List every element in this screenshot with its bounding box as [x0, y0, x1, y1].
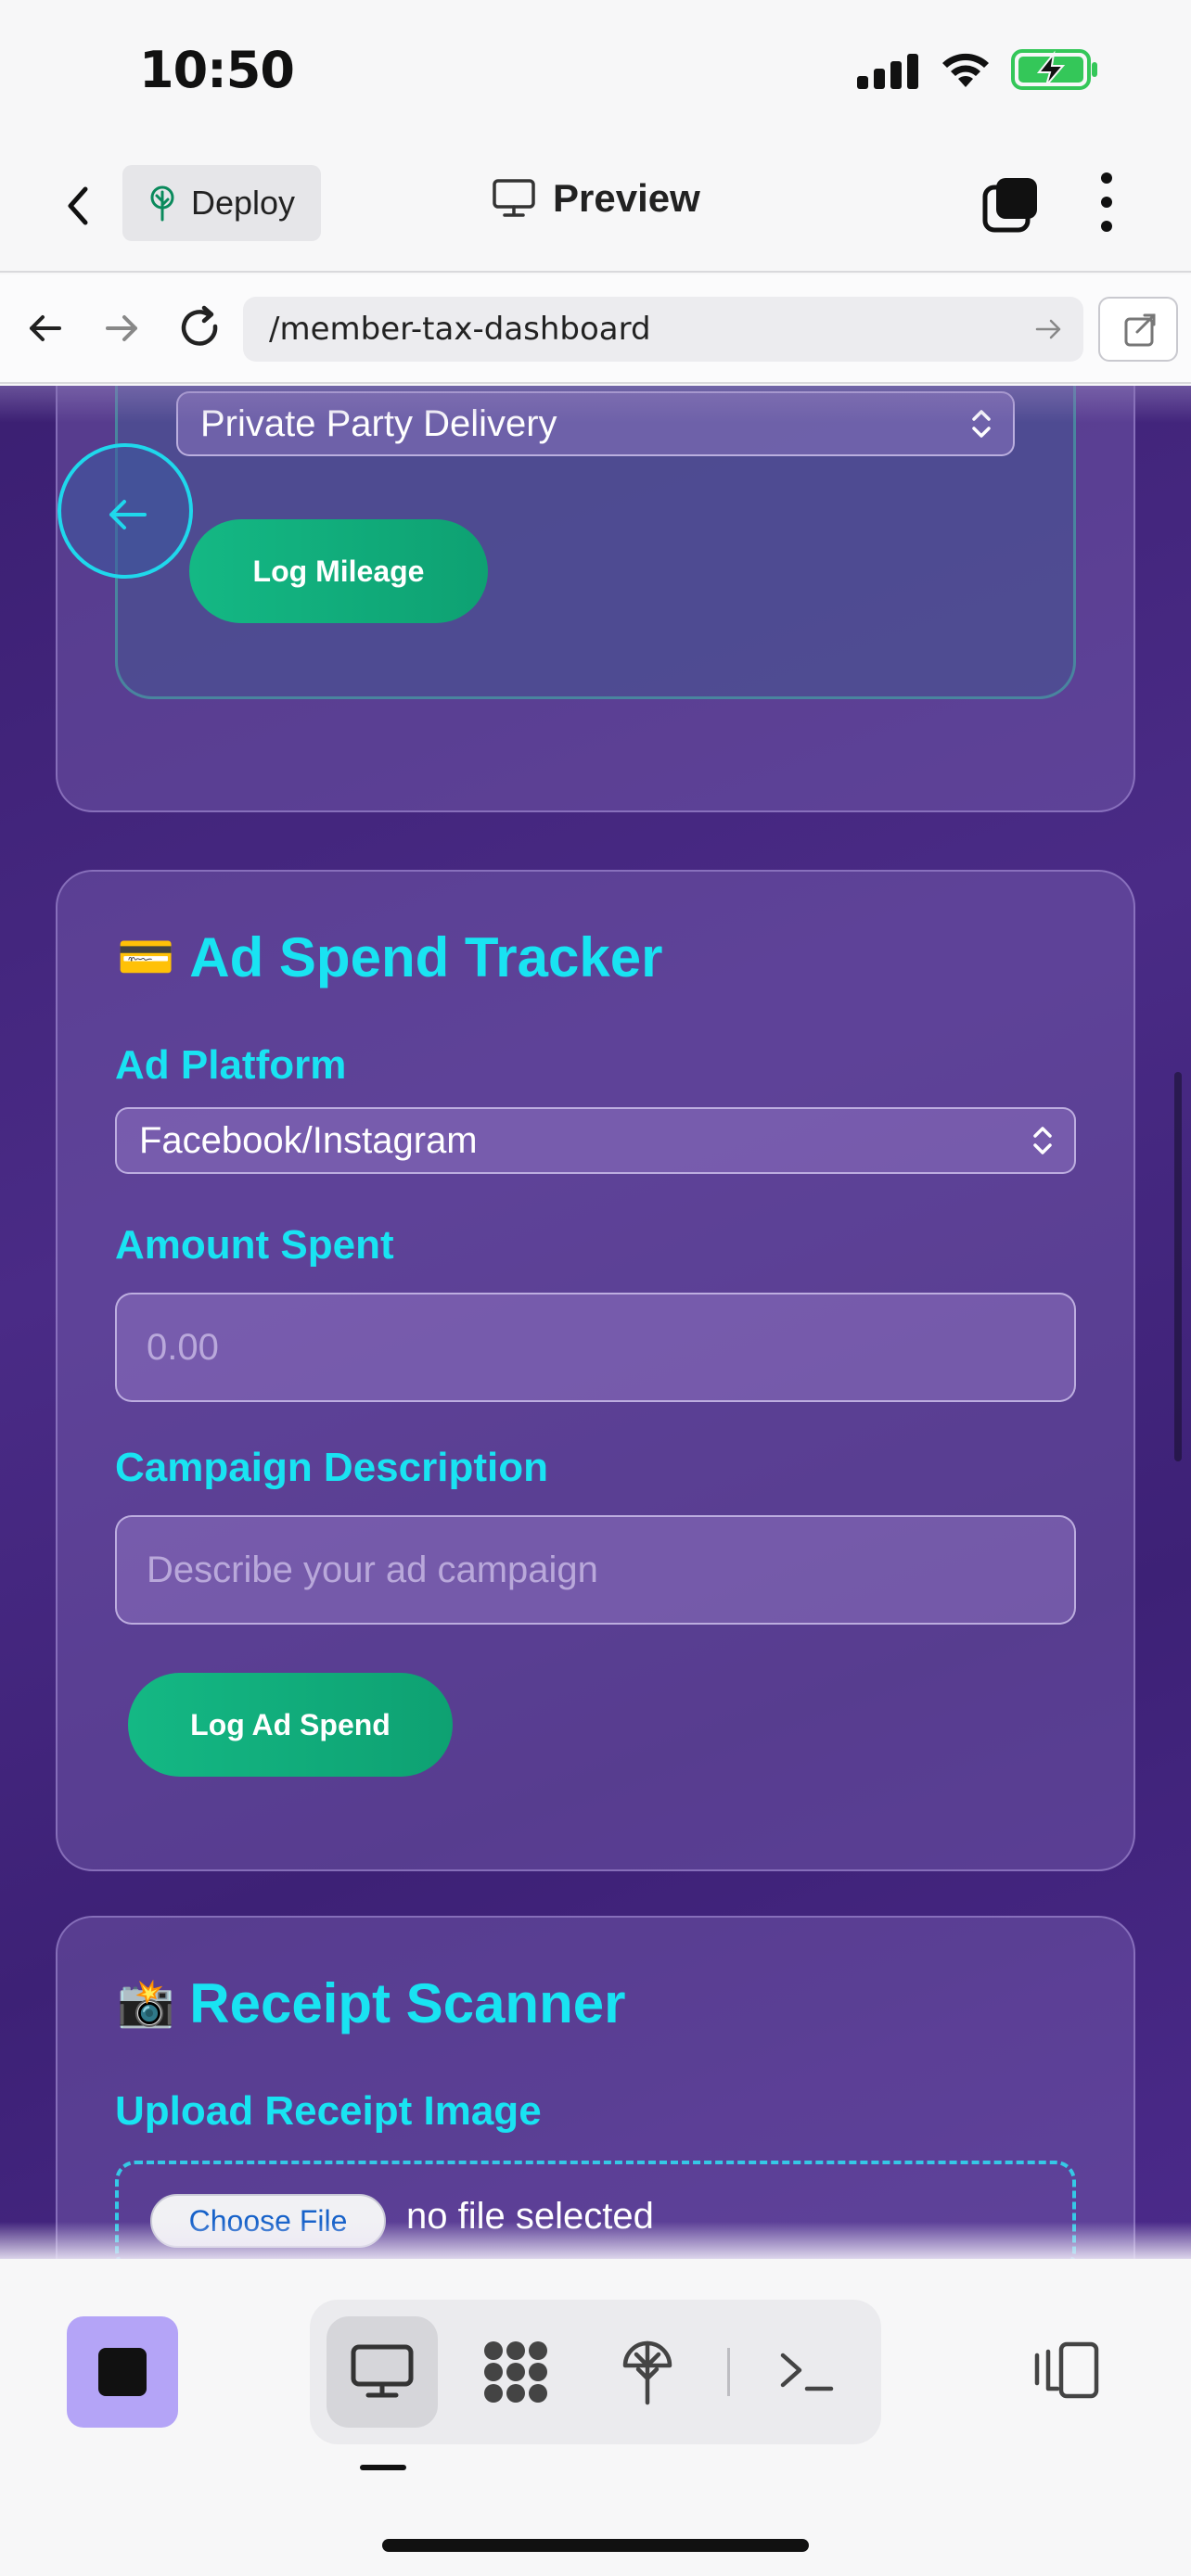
ad-spend-heading: 💳 Ad Spend Tracker — [117, 925, 662, 989]
reload-icon[interactable] — [174, 302, 226, 354]
top-fade — [0, 386, 1191, 423]
url-input[interactable]: /member-tax-dashboard — [243, 297, 1083, 362]
home-indicator — [382, 2539, 809, 2552]
page-scrollbar[interactable] — [1174, 1072, 1182, 1461]
ad-platform-select[interactable]: Facebook/Instagram — [115, 1107, 1076, 1174]
arrow-left-icon — [109, 500, 147, 529]
log-ad-spend-button[interactable]: Log Ad Spend — [128, 1673, 453, 1777]
amount-spent-placeholder: 0.00 — [147, 1326, 219, 1368]
preview-label: Preview — [553, 176, 700, 220]
browser-forward-icon[interactable] — [96, 302, 148, 354]
receipt-scanner-heading: 📸 Receipt Scanner — [117, 1971, 625, 2035]
deploy-button[interactable]: Deploy — [122, 165, 321, 241]
view-tool-group — [310, 2300, 881, 2444]
campaign-description-placeholder: Describe your ad campaign — [147, 1549, 598, 1590]
url-go-arrow-icon[interactable] — [1035, 317, 1063, 341]
stop-button[interactable] — [67, 2316, 178, 2428]
toolbar-divider — [727, 2348, 730, 2396]
deploy-label: Deploy — [191, 184, 296, 222]
bottom-fade — [0, 2222, 1191, 2259]
log-mileage-button[interactable]: Log Mileage — [189, 519, 488, 623]
ad-spend-card: 💳 Ad Spend Tracker Ad Platform Facebook/… — [56, 870, 1135, 1871]
stop-square-icon — [98, 2348, 147, 2396]
receipt-scanner-title: Receipt Scanner — [189, 1972, 626, 2034]
ad-platform-label: Ad Platform — [115, 1042, 347, 1088]
ad-platform-value: Facebook/Instagram — [139, 1119, 478, 1161]
status-bar: 10:50 — [0, 0, 1191, 139]
deploy-tool-button[interactable] — [592, 2316, 703, 2428]
workspace-grid-icon — [484, 2341, 547, 2403]
credit-card-icon: 💳 — [117, 931, 175, 983]
browser-back-icon[interactable] — [19, 302, 70, 354]
open-external-button[interactable] — [1098, 297, 1178, 362]
monitor-icon — [493, 179, 535, 217]
more-options-icon[interactable] — [1095, 172, 1119, 237]
console-tool-button[interactable] — [751, 2316, 863, 2428]
preview-tool-button[interactable] — [327, 2316, 438, 2428]
url-text: /member-tax-dashboard — [269, 311, 651, 348]
deploy-tree-icon — [622, 2340, 672, 2405]
floating-back-button[interactable] — [58, 443, 193, 579]
tabs-switcher-icon[interactable] — [981, 174, 1041, 234]
monitor-icon — [351, 2344, 414, 2398]
bottom-toolbar — [0, 2259, 1191, 2576]
amount-spent-label: Amount Spent — [115, 1222, 394, 1268]
receipt-scanner-card: 📸 Receipt Scanner Upload Receipt Image C… — [56, 1916, 1135, 2259]
cellular-signal-icon — [857, 54, 920, 89]
wifi-icon — [942, 53, 989, 87]
amount-spent-input[interactable]: 0.00 — [115, 1293, 1076, 1402]
workspace-tool-button[interactable] — [460, 2316, 571, 2428]
external-link-icon — [1124, 313, 1156, 347]
battery-charging-icon — [1011, 49, 1097, 90]
campaign-description-label: Campaign Description — [115, 1445, 548, 1490]
preview-title: Preview — [492, 176, 700, 221]
deploy-tree-icon — [150, 185, 174, 222]
status-time: 10:50 — [139, 41, 295, 99]
ad-spend-title: Ad Spend Tracker — [189, 926, 663, 988]
back-chevron-icon[interactable] — [58, 178, 98, 234]
upload-receipt-label: Upload Receipt Image — [115, 2088, 542, 2134]
camera-flash-icon: 📸 — [117, 1977, 175, 2029]
select-updown-icon — [1033, 1127, 1052, 1154]
terminal-icon — [780, 2353, 834, 2391]
app-header: Deploy Preview — [0, 139, 1191, 273]
device-switch-icon[interactable] — [1031, 2340, 1102, 2400]
page-content: Private Party Delivery Log Mileage 💳 Ad … — [0, 386, 1191, 2259]
campaign-description-input[interactable]: Describe your ad campaign — [115, 1515, 1076, 1625]
active-tool-indicator — [360, 2465, 406, 2470]
browser-url-bar: /member-tax-dashboard — [0, 274, 1191, 384]
